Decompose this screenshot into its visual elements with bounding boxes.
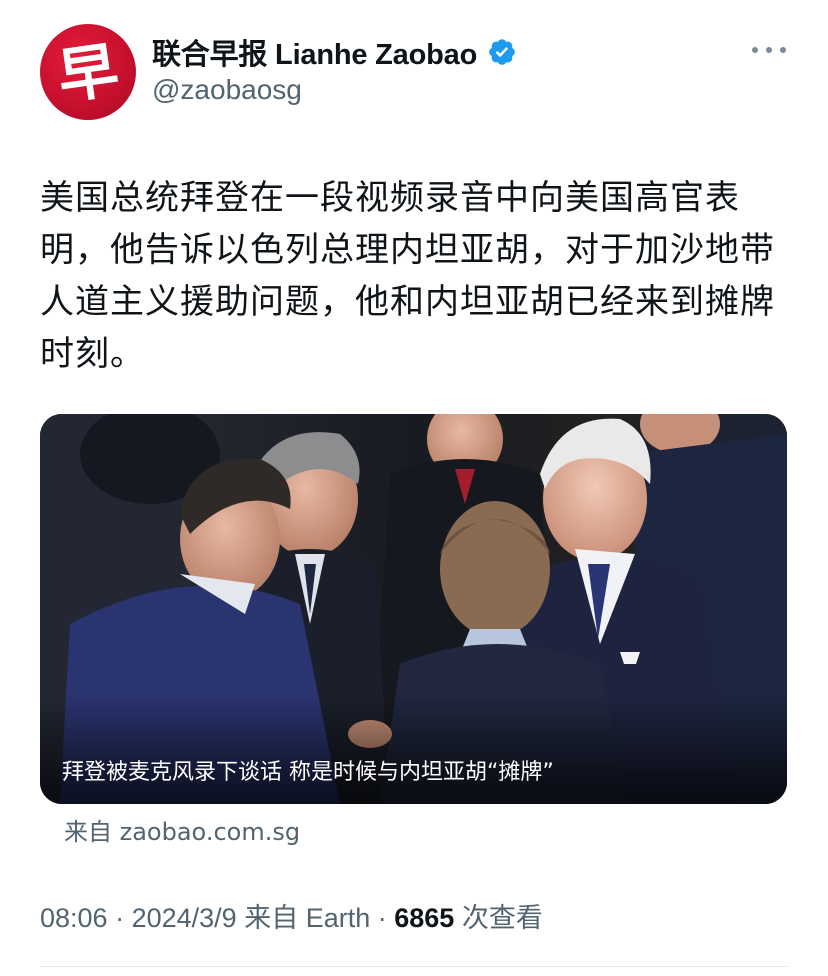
tweet-detail: 早 联合早报 Lianhe Zaobao @zaobaosg 美国总统拜登在一段… [0,0,828,976]
author-handle[interactable]: @zaobaosg [152,74,302,106]
more-horizontal-icon[interactable] [752,38,786,62]
tweet-meta: 08:06 · 2024/3/9 来自 Earth · 6865 次查看 [40,896,543,935]
tweet-date[interactable]: 2024/3/9 [132,903,237,933]
meta-separator: · [107,903,132,933]
avatar[interactable]: 早 [40,24,136,120]
link-source[interactable]: 来自 zaobao.com.sg [64,812,300,847]
tweet-text: 美国总统拜登在一段视频录音中向美国高官表明，他告诉以色列总理内坦亚胡，对于加沙地… [40,178,775,374]
tweet-client: 来自 Earth [244,903,371,933]
views-label: 次查看 [461,903,543,933]
author-name-row: 联合早报 Lianhe Zaobao [152,30,517,74]
author-display-name[interactable]: 联合早报 Lianhe Zaobao [152,31,477,73]
meta-separator: · [370,903,395,933]
more-dot [766,47,772,53]
link-card-image[interactable]: 拜登被麦克风录下谈话 称是时候与内坦亚胡“摊牌” [40,414,787,804]
avatar-logo-char: 早 [53,35,123,113]
verified-badge-icon[interactable] [487,37,517,67]
views-count[interactable]: 6865 [394,903,454,933]
more-dot [780,47,786,53]
tweet-time[interactable]: 08:06 [40,903,108,933]
more-dot [752,47,758,53]
caption-gradient [40,694,787,804]
card-caption: 拜登被麦克风录下谈话 称是时候与内坦亚胡“摊牌” [62,760,554,785]
divider [40,966,788,967]
